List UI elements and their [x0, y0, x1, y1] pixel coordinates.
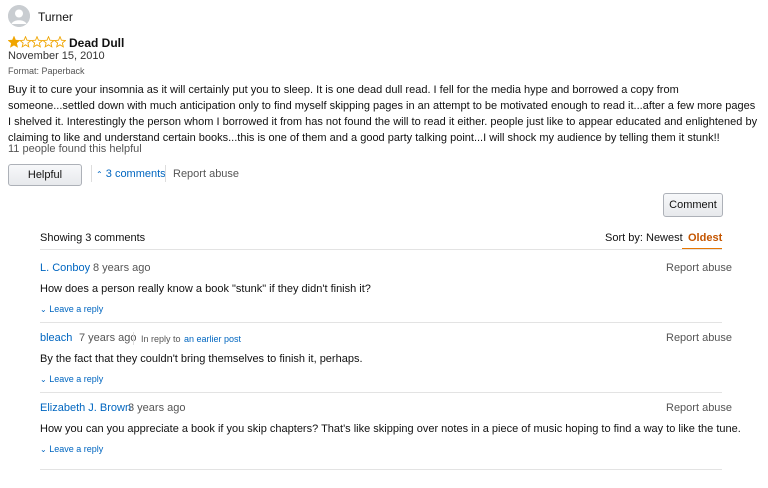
- user-avatar-icon: [8, 5, 30, 27]
- comment-text: By the fact that they couldn't bring the…: [40, 353, 363, 365]
- comment-author[interactable]: L. Conboy: [40, 262, 90, 274]
- leave-reply-label: Leave a reply: [49, 374, 104, 384]
- review-date: November 15, 2010: [8, 50, 105, 62]
- chevron-down-icon: ⌄: [40, 445, 47, 454]
- comment-text: How you can you appreciate a book if you…: [40, 423, 741, 435]
- star-filled-icon: [7, 35, 21, 48]
- comment-author[interactable]: Elizabeth J. Brown: [40, 402, 131, 414]
- comments-count: Showing 3 comments: [40, 232, 146, 244]
- comment-report-link[interactable]: Report abuse: [666, 332, 732, 344]
- helpful-button[interactable]: Helpful: [8, 164, 82, 186]
- divider: [91, 165, 92, 182]
- leave-reply-link[interactable]: ⌄ Leave a reply: [40, 304, 103, 314]
- comment-time: 7 years ago: [79, 332, 137, 344]
- comment-time: 8 years ago: [93, 262, 151, 274]
- leave-reply-label: Leave a reply: [49, 304, 104, 314]
- chevron-up-icon: ⌃: [96, 170, 103, 179]
- sort-label: Sort by:: [605, 232, 643, 244]
- reviewer-name[interactable]: Turner: [38, 10, 73, 24]
- in-reply-link[interactable]: an earlier post: [184, 334, 241, 344]
- sort-oldest-tab[interactable]: Oldest: [688, 232, 722, 244]
- sort-newest-tab[interactable]: Newest: [646, 232, 683, 244]
- comment-button[interactable]: Comment: [663, 193, 723, 217]
- star-empty-icon: [19, 35, 32, 48]
- review-title[interactable]: Dead Dull: [69, 36, 124, 50]
- divider: [40, 322, 722, 323]
- helpful-count: 11 people found this helpful: [8, 143, 142, 155]
- star-empty-icon: [53, 35, 67, 48]
- divider: [40, 469, 722, 470]
- chevron-down-icon: ⌄: [40, 305, 47, 314]
- star-empty-icon: [42, 35, 55, 48]
- star-rating-icon: [7, 35, 67, 50]
- divider: [40, 392, 722, 393]
- comments-toggle[interactable]: ⌃ 3 comments: [96, 168, 166, 180]
- leave-reply-label: Leave a reply: [49, 444, 104, 454]
- comment-report-link[interactable]: Report abuse: [666, 402, 732, 414]
- report-abuse-link[interactable]: Report abuse: [173, 168, 239, 180]
- in-reply-prefix: In reply to: [141, 334, 181, 344]
- comment-author[interactable]: bleach: [40, 332, 72, 344]
- review-format[interactable]: Format: Paperback: [8, 66, 85, 76]
- comment-text: How does a person really know a book "st…: [40, 283, 371, 295]
- leave-reply-link[interactable]: ⌄ Leave a reply: [40, 374, 103, 384]
- review-body: Buy it to cure your insomnia as it will …: [8, 84, 758, 144]
- comment-report-link[interactable]: Report abuse: [666, 262, 732, 274]
- comments-toggle-label: 3 comments: [105, 168, 166, 180]
- comment-time: 3 years ago: [128, 402, 186, 414]
- chevron-down-icon: ⌄: [40, 375, 47, 384]
- leave-reply-link[interactable]: ⌄ Leave a reply: [40, 444, 103, 454]
- divider: [40, 249, 722, 250]
- star-empty-icon: [30, 35, 44, 48]
- divider: [133, 332, 134, 345]
- divider: [165, 165, 166, 182]
